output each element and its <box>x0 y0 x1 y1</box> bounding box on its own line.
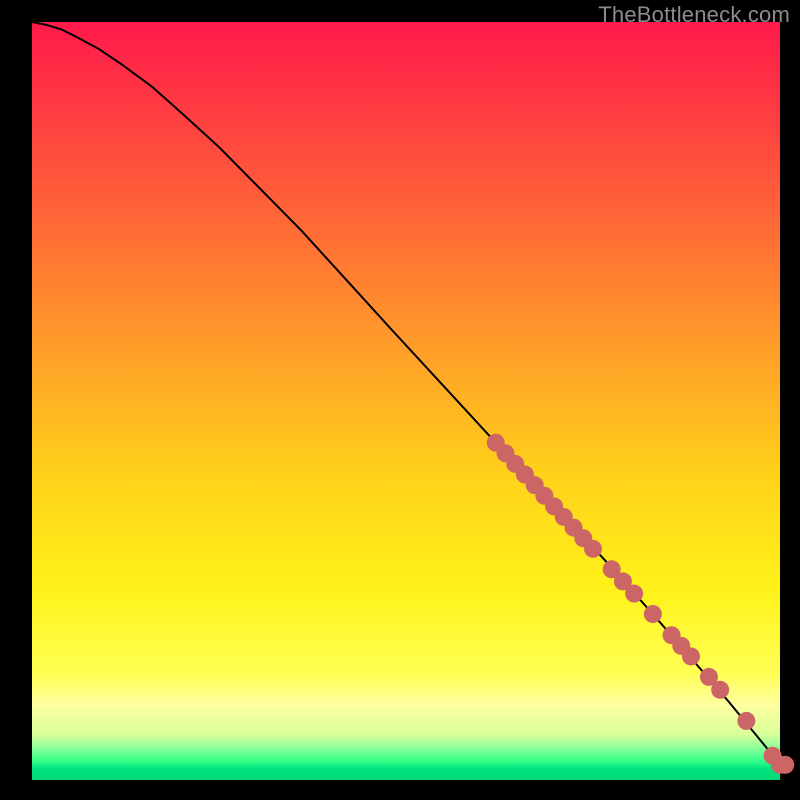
marker-dot <box>776 756 794 774</box>
marker-dot <box>711 681 729 699</box>
marker-dot <box>644 605 662 623</box>
marker-dot <box>737 712 755 730</box>
marker-dot <box>625 585 643 603</box>
marker-dot <box>682 647 700 665</box>
chart-svg <box>0 0 800 800</box>
watermark-text: TheBottleneck.com <box>598 2 790 28</box>
chart-background <box>32 22 780 780</box>
marker-dot <box>584 540 602 558</box>
chart-stage: TheBottleneck.com <box>0 0 800 800</box>
